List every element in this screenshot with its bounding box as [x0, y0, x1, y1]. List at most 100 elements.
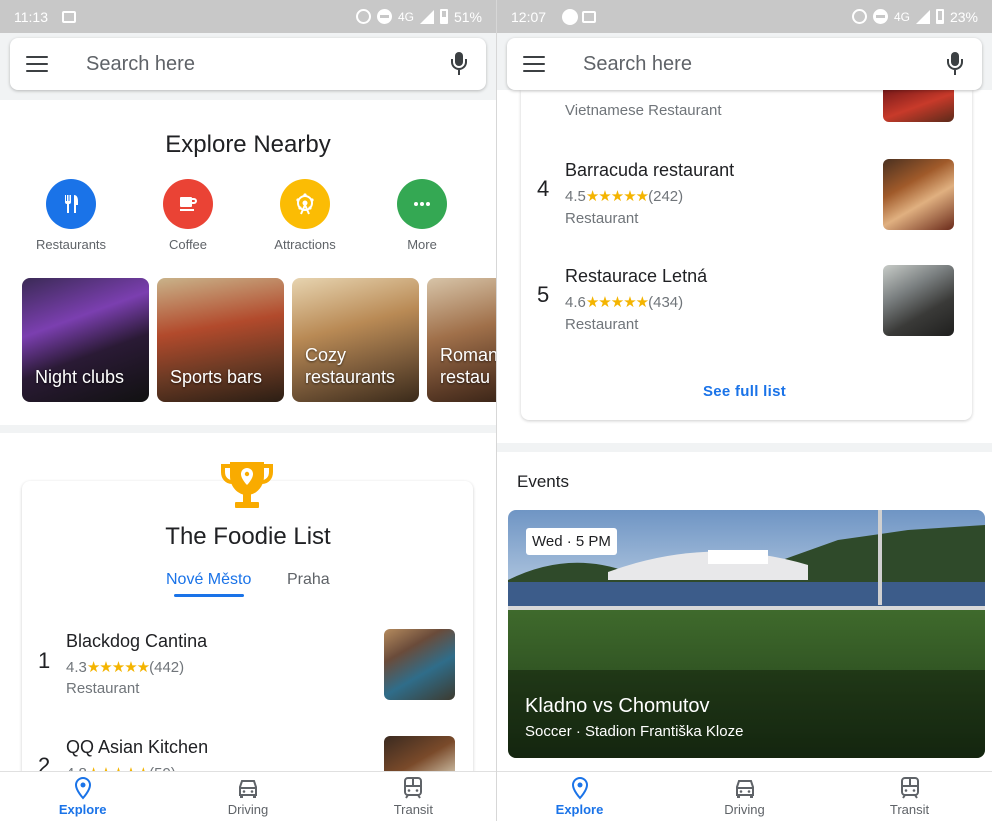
active-tab-indicator [174, 594, 244, 597]
nav-explore[interactable]: Explore [530, 776, 630, 817]
category-more[interactable]: More [367, 179, 477, 252]
event-subtitle: Soccer · Stadion Františka Kloze [525, 723, 744, 740]
bottom-navigation: Explore Driving Transit [0, 771, 496, 821]
network-label: 4G [397, 9, 414, 24]
microphone-icon[interactable] [448, 51, 470, 77]
category-attractions[interactable]: Attractions [250, 179, 360, 252]
search-bar[interactable]: Search here [10, 38, 486, 90]
category-label: More [407, 237, 437, 252]
rank-number: 1 [38, 648, 51, 673]
nav-transit[interactable]: Transit [363, 776, 463, 817]
place-name: Blackdog Cantina [66, 631, 208, 651]
category-label: Restaurants [35, 237, 107, 252]
car-icon [236, 776, 260, 800]
see-full-list-link[interactable]: See full list [497, 383, 992, 400]
list-item[interactable]: 5 Restaurace Letná 4.6★★★★★(434) Restaur… [497, 256, 992, 346]
nav-driving[interactable]: Driving [198, 776, 298, 817]
nav-explore[interactable]: Explore [33, 776, 133, 817]
list-item[interactable]: Vietnamese Restaurant [497, 90, 992, 126]
search-input[interactable]: Search here [86, 53, 448, 76]
tile-label: Night clubs [35, 367, 125, 387]
place-type: Restaurant [565, 316, 639, 333]
tab-nove-mesto[interactable]: Nové Město [166, 571, 251, 589]
event-card[interactable]: Wed · 5 PM Kladno vs Chomutov Soccer · S… [508, 510, 985, 758]
nav-transit[interactable]: Transit [860, 776, 960, 817]
foodie-list-card [521, 90, 972, 420]
microphone-icon[interactable] [944, 51, 966, 77]
do-not-disturb-icon [872, 9, 888, 24]
nav-label: Transit [889, 802, 930, 817]
battery-label: 51% [453, 8, 482, 25]
status-bar: 12:07 4G 23% [497, 0, 992, 33]
alarm-icon [355, 9, 371, 24]
tile-sports-bars[interactable]: Sports bars [157, 278, 284, 402]
category-label: Coffee [168, 237, 208, 252]
tile-label: Sports bars [170, 367, 263, 387]
nav-label: Driving [227, 802, 269, 817]
foodie-list-title: The Foodie List [165, 523, 331, 550]
explore-pin-icon [72, 776, 94, 800]
compass-notification-icon [562, 8, 579, 25]
coffee-icon [163, 179, 213, 229]
status-bar: 11:13 4G 51% [0, 0, 496, 33]
place-name: Barracuda restaurant [565, 160, 735, 180]
nav-driving[interactable]: Driving [695, 776, 795, 817]
tab-praha[interactable]: Praha [287, 571, 330, 589]
category-coffee[interactable]: Coffee [133, 179, 243, 252]
star-rating-icon: ★★★★★ [585, 188, 649, 205]
fork-knife-icon [46, 179, 96, 229]
place-type: Restaurant [66, 680, 140, 697]
car-icon [733, 776, 757, 800]
bottom-navigation: Explore Driving Transit [497, 771, 992, 821]
do-not-disturb-icon [376, 9, 392, 24]
review-count: (434) [648, 294, 684, 311]
bus-icon [899, 776, 921, 800]
place-thumbnail [384, 629, 455, 700]
nav-label: Explore [555, 802, 604, 817]
more-icon [397, 179, 447, 229]
explore-pin-icon [569, 776, 591, 800]
rating-value: 4.5 [565, 188, 586, 205]
bus-icon [402, 776, 424, 800]
image-notification-icon [582, 10, 597, 23]
right-screen: 12:07 4G 23% Search here Vietnamese Rest… [497, 0, 992, 821]
nav-label: Explore [58, 802, 107, 817]
status-time: 12:07 [511, 8, 547, 25]
event-time-badge: Wed · 5 PM [526, 528, 617, 555]
explore-nearby-title: Explore Nearby [165, 131, 331, 158]
nav-label: Driving [724, 802, 765, 817]
menu-icon[interactable] [523, 56, 545, 72]
star-rating-icon: ★★★★★ [86, 659, 150, 676]
tile-cozy-restaurants[interactable]: Cozy restaurants [292, 278, 419, 402]
place-rating: 4.6★★★★★(434) [565, 293, 683, 311]
left-screen: 11:13 4G 51% Search here Explore Nearby … [0, 0, 496, 821]
event-title: Kladno vs Chomutov [525, 695, 710, 717]
tile-romantic-restaurants[interactable]: Roman restau [427, 278, 496, 402]
signal-icon [419, 9, 434, 24]
tile-night-clubs[interactable]: Night clubs [22, 278, 149, 402]
search-input[interactable]: Search here [583, 53, 944, 76]
place-name: QQ Asian Kitchen [66, 737, 209, 757]
category-label: Attractions [274, 237, 336, 252]
category-restaurants[interactable]: Restaurants [16, 179, 126, 252]
place-thumbnail [883, 265, 954, 336]
rank-number: 4 [537, 176, 550, 201]
menu-icon[interactable] [26, 56, 48, 72]
status-time: 11:13 [14, 8, 48, 25]
place-type: Restaurant [565, 210, 639, 227]
rating-value: 4.6 [565, 294, 586, 311]
image-notification-icon [62, 10, 76, 23]
attractions-icon [280, 179, 330, 229]
events-title: Events [517, 472, 569, 491]
search-bar[interactable]: Search here [507, 38, 982, 90]
list-item[interactable]: 4 Barracuda restaurant 4.5★★★★★(242) Res… [497, 150, 992, 240]
network-label: 4G [893, 9, 910, 24]
place-rating: 4.3★★★★★(442) [66, 658, 184, 676]
battery-label: 23% [949, 8, 978, 25]
place-type: Vietnamese Restaurant [565, 102, 722, 119]
battery-icon [935, 9, 944, 24]
place-name: Restaurace Letná [565, 266, 708, 286]
place-rating: 4.5★★★★★(242) [565, 187, 683, 205]
list-item[interactable]: 1 Blackdog Cantina 4.3★★★★★(442) Restaur… [0, 620, 496, 710]
battery-icon [439, 9, 448, 24]
